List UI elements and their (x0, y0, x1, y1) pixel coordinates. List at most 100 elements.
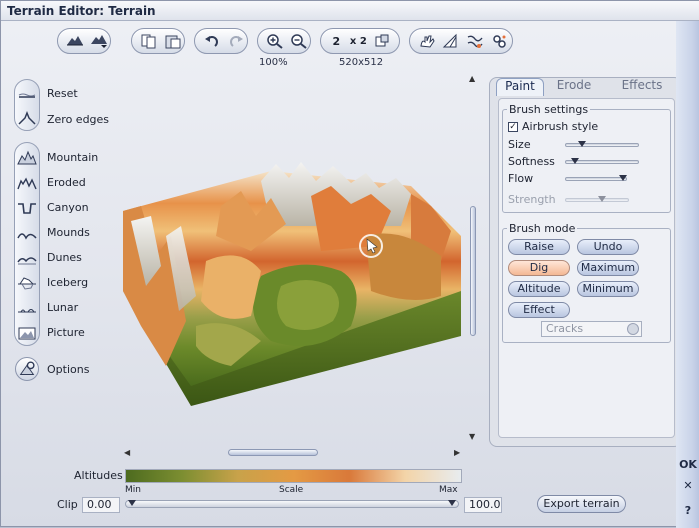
undo-icon[interactable] (203, 31, 221, 51)
altitude-gradient-bar (125, 469, 462, 483)
export-terrain-button[interactable]: Export terrain (537, 495, 626, 513)
brush-panel: Paint Erode Effects Brush settings ✓ Air… (489, 77, 682, 447)
clipboard-toolbar-group (131, 28, 185, 54)
hand-icon[interactable] (418, 31, 436, 51)
scroll-down-arrow[interactable]: ▼ (469, 432, 475, 441)
resolution-toolbar-group: 2 x 2 (320, 28, 400, 54)
scale-label: Scale (279, 485, 304, 495)
nav-options[interactable]: Options (47, 363, 89, 376)
terrain-view-icon[interactable] (66, 31, 84, 51)
nav-mounds[interactable]: Mounds (47, 226, 90, 239)
clip-max-thumb[interactable] (448, 500, 456, 506)
slope-icon[interactable] (442, 31, 460, 51)
flow-slider[interactable] (565, 175, 627, 183)
nav-picture[interactable]: Picture (47, 326, 85, 339)
clip-range-slider[interactable] (125, 500, 459, 508)
tab-effects[interactable]: Effects (606, 78, 678, 96)
eroded-icon[interactable] (15, 172, 39, 194)
clip-min-thumb[interactable] (128, 500, 136, 506)
maximum-button[interactable]: Maximum (577, 260, 639, 276)
softness-slider-thumb[interactable] (571, 158, 580, 166)
filter-icon[interactable] (466, 31, 484, 51)
undo-button[interactable]: Undo (577, 239, 639, 255)
iceberg-icon[interactable] (15, 272, 39, 294)
help-icon[interactable]: ? (678, 504, 698, 522)
minimum-button[interactable]: Minimum (577, 281, 639, 297)
max-label: Max (439, 485, 458, 495)
reset-icon[interactable] (15, 82, 39, 104)
ok-button[interactable]: OK (678, 458, 698, 476)
paste-icon[interactable] (164, 31, 182, 51)
strength-slider-thumb[interactable] (597, 196, 606, 204)
crop-icon[interactable] (373, 31, 391, 51)
tools-toolbar-group (409, 28, 513, 54)
horizontal-scroll-thumb[interactable] (228, 449, 318, 456)
terrain-3d-view[interactable] (111, 86, 466, 441)
clip-min-input[interactable]: 0.00 (82, 497, 120, 513)
size-slider-thumb[interactable] (577, 141, 586, 149)
strength-slider[interactable] (565, 196, 629, 204)
tab-paint[interactable]: Paint (496, 78, 544, 96)
zoom-level-label: 100% (259, 57, 288, 68)
settings-icon[interactable] (490, 31, 508, 51)
dig-button[interactable]: Dig (508, 260, 570, 276)
nav-reset[interactable]: Reset (47, 87, 78, 100)
picture-icon[interactable] (15, 322, 39, 344)
side-strip (676, 21, 699, 528)
terrain-types-group (14, 142, 40, 346)
copy-icon[interactable] (140, 31, 158, 51)
softness-slider[interactable] (565, 158, 639, 166)
options-icon[interactable] (15, 357, 39, 381)
nav-eroded[interactable]: Eroded (47, 176, 86, 189)
mounds-icon[interactable] (15, 222, 39, 244)
terrain-view-options-icon[interactable] (90, 31, 108, 51)
canyon-icon[interactable] (15, 197, 39, 219)
size-slider[interactable] (565, 141, 639, 149)
min-label: Min (125, 485, 141, 495)
effect-button[interactable]: Effect (508, 302, 570, 318)
effect-type-dropdown[interactable]: Cracks (541, 321, 642, 337)
undo-toolbar-group (194, 28, 248, 54)
terrain-editor-window: Terrain Editor: Terrain 100% 2 x 2 520x5… (0, 0, 699, 528)
chevron-down-icon (627, 323, 639, 335)
redo-icon[interactable] (227, 31, 245, 51)
zoom-out-icon[interactable] (290, 31, 308, 51)
nav-zero-edges[interactable]: Zero edges (47, 113, 109, 126)
zero-edges-icon[interactable] (15, 107, 39, 129)
strength-label: Strength (508, 193, 556, 206)
clip-label: Clip (57, 498, 78, 511)
nav-dunes[interactable]: Dunes (47, 251, 82, 264)
multiply-by-2-icon[interactable]: x 2 (350, 31, 367, 51)
airbrush-style-label: Airbrush style (522, 120, 599, 133)
divide-by-2-icon[interactable]: 2 (329, 31, 344, 51)
scroll-left-arrow[interactable]: ◀ (124, 448, 130, 457)
scroll-up-arrow[interactable]: ▲ (469, 74, 475, 83)
brush-mode-title: Brush mode (507, 222, 578, 235)
nav-canyon[interactable]: Canyon (47, 201, 89, 214)
mountain-icon[interactable] (15, 147, 39, 169)
lunar-icon[interactable] (15, 297, 39, 319)
clip-max-input[interactable]: 100.0 (464, 497, 502, 513)
vertical-scrollbar[interactable]: ▲ ▼ (469, 74, 477, 444)
tab-erode[interactable]: Erode (550, 78, 598, 96)
window-title: Terrain Editor: Terrain (7, 4, 156, 18)
nav-mountain[interactable]: Mountain (47, 151, 98, 164)
altitude-button[interactable]: Altitude (508, 281, 570, 297)
title-bar: Terrain Editor: Terrain (1, 1, 699, 21)
dunes-icon[interactable] (15, 247, 39, 269)
raise-button[interactable]: Raise (508, 239, 570, 255)
brush-settings-title: Brush settings (507, 103, 591, 116)
flow-label: Flow (508, 172, 534, 185)
nav-iceberg[interactable]: Iceberg (47, 276, 88, 289)
zoom-in-icon[interactable] (266, 31, 284, 51)
brush-settings-group: Brush settings ✓ Airbrush style Size Sof… (502, 103, 671, 213)
vertical-scroll-thumb[interactable] (470, 206, 476, 336)
scroll-right-arrow[interactable]: ▶ (454, 448, 460, 457)
horizontal-scrollbar[interactable]: ◀ ▶ (124, 448, 464, 458)
brush-mode-group: Brush mode Raise Undo Dig Maximum Altitu… (502, 222, 671, 343)
close-icon[interactable]: ✕ (678, 479, 698, 497)
airbrush-checkbox[interactable]: ✓ (508, 121, 518, 132)
flow-slider-thumb[interactable] (619, 175, 627, 183)
size-label: Size (508, 138, 531, 151)
nav-lunar[interactable]: Lunar (47, 301, 78, 314)
